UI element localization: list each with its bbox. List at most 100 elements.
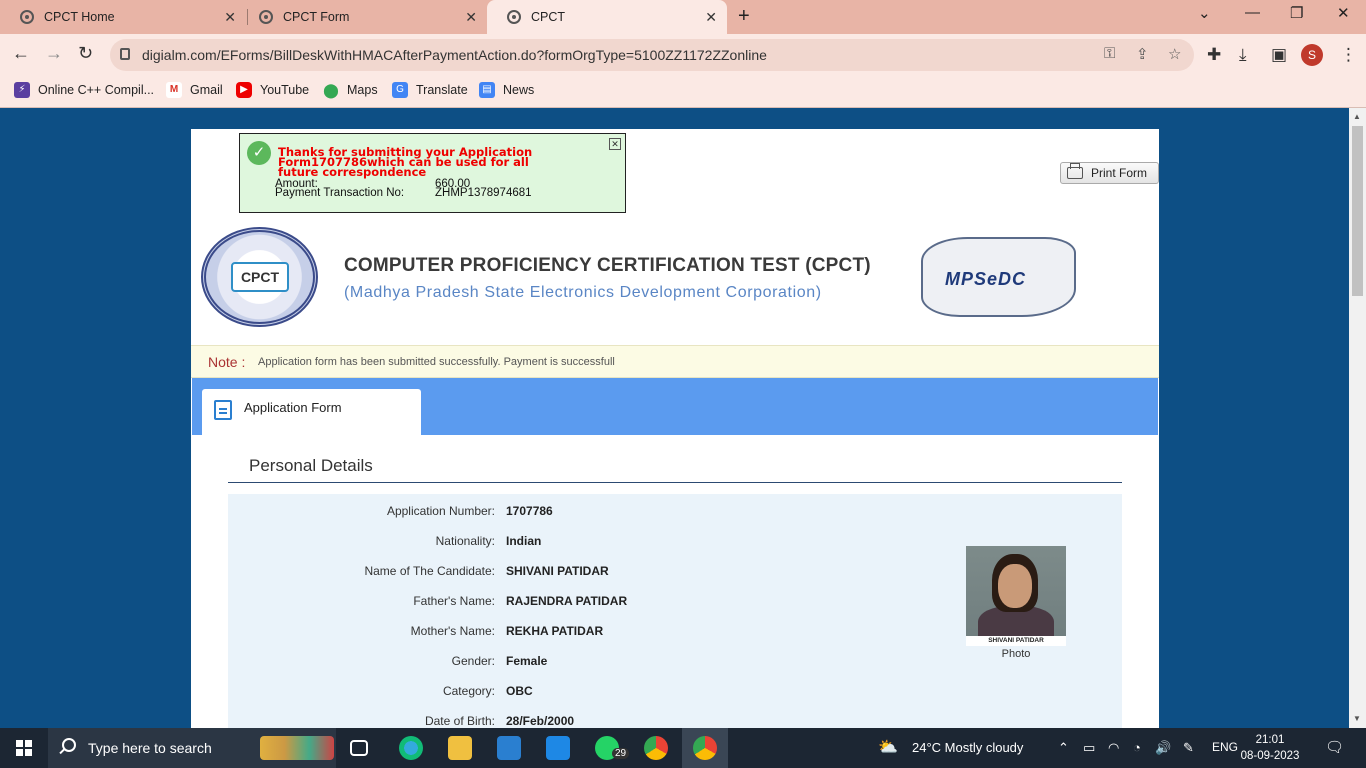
detail-value: Female (506, 654, 548, 668)
key-icon[interactable]: ⚿ (1104, 45, 1115, 62)
tab-search-icon[interactable]: ⌄ (1198, 4, 1211, 22)
detail-value: REKHA PATIDAR (506, 624, 604, 638)
share-icon[interactable]: ⇪ (1136, 45, 1149, 63)
volume-icon[interactable]: 🔊 (1155, 740, 1171, 756)
store-icon[interactable] (546, 736, 570, 760)
mail-icon[interactable] (497, 736, 521, 760)
close-notice-icon[interactable]: ✕ (609, 138, 621, 150)
windows-taskbar: Type here to search 29 ⛅ 24°C Mostly clo… (0, 728, 1366, 768)
battery-icon[interactable]: ▭ (1083, 740, 1095, 756)
bookmark-label: Translate (416, 83, 468, 97)
bookmark-translate[interactable]: G Translate (392, 82, 468, 98)
chevron-up-icon[interactable]: ⌃ (1058, 740, 1069, 756)
detail-value: 1707786 (506, 504, 553, 518)
transaction-value: ZHMP1378974681 (435, 187, 532, 199)
detail-value: Indian (506, 534, 542, 548)
bookmark-label: Maps (347, 83, 378, 97)
chrome-icon[interactable] (644, 736, 668, 760)
browser-toolbar: ← → ↻ digialm.com/EForms/BillDeskWithHMA… (0, 34, 1366, 76)
detail-label: Nationality: (435, 534, 495, 548)
scrollbar-thumb[interactable] (1352, 126, 1363, 296)
extensions-icon[interactable]: ✚ (1207, 45, 1221, 65)
payment-success-notice: ✓ ✕ Thanks for submitting your Applicati… (239, 133, 626, 213)
scroll-up-icon[interactable]: ▲ (1353, 112, 1361, 121)
bookmark-youtube[interactable]: ▶ YouTube (236, 82, 309, 98)
tab-label: Application Form (244, 400, 342, 415)
clock-date: 08-09-2023 (1240, 750, 1300, 762)
restore-button[interactable]: ❐ (1290, 4, 1303, 22)
taskbar-search[interactable]: Type here to search (48, 728, 336, 768)
network-icon[interactable]: ◠ (1108, 740, 1119, 756)
bookmark-gmail[interactable]: M Gmail (166, 82, 223, 98)
page-scrollbar[interactable]: ▲ ▼ (1349, 108, 1366, 728)
section-divider (228, 482, 1122, 483)
detail-value: SHIVANI PATIDAR (506, 564, 609, 578)
tab-cpct-form[interactable]: CPCT Form ✕ (239, 0, 487, 34)
detail-label: Name of The Candidate: (364, 564, 495, 578)
bookmark-online-cpp[interactable]: ⚡ Online C++ Compil... (14, 82, 154, 98)
bookmark-news[interactable]: ▤ News (479, 82, 534, 98)
note-label: Note : (208, 354, 246, 370)
section-title: Personal Details (249, 456, 373, 475)
scroll-down-icon[interactable]: ▼ (1353, 714, 1361, 723)
new-tab-button[interactable]: + (738, 5, 750, 28)
detail-value: OBC (506, 684, 533, 698)
detail-label: Father's Name: (413, 594, 495, 608)
wifi-icon[interactable]: ◔ (1133, 740, 1141, 755)
windows-start-button[interactable] (16, 740, 32, 756)
bookmark-maps[interactable]: ⬤ Maps (323, 82, 378, 98)
candidate-photo: SHIVANI PATIDAR (966, 546, 1066, 646)
page-title: COMPUTER PROFICIENCY CERTIFICATION TEST … (344, 255, 871, 276)
bookmark-label: News (503, 83, 535, 97)
tab-label: CPCT (531, 10, 566, 24)
search-highlight-icon[interactable] (260, 736, 334, 760)
globe-icon (259, 10, 273, 24)
close-window-button[interactable]: ✕ (1337, 4, 1350, 22)
gmail-icon: M (166, 82, 182, 98)
bookmark-label: Gmail (190, 83, 223, 97)
menu-icon[interactable]: ⋮ (1340, 45, 1357, 65)
print-form-button[interactable]: Print Form (1060, 162, 1159, 184)
application-page: ✓ ✕ Thanks for submitting your Applicati… (191, 129, 1159, 729)
url-text[interactable]: digialm.com/EForms/BillDeskWithHMACAfter… (142, 47, 767, 63)
close-tab-icon[interactable]: ✕ (465, 9, 477, 26)
pen-icon[interactable]: ✎ (1183, 740, 1194, 756)
close-tab-icon[interactable]: ✕ (705, 9, 717, 26)
tab-application-form[interactable]: Application Form (202, 389, 421, 435)
address-bar[interactable]: digialm.com/EForms/BillDeskWithHMACAfter… (110, 39, 1194, 71)
clock-time: 21:01 (1255, 734, 1285, 746)
weather-text[interactable]: 24°C Mostly cloudy (912, 740, 1023, 755)
note-text: Application form has been submitted succ… (258, 356, 615, 368)
reload-icon[interactable]: ↻ (78, 43, 93, 64)
language-indicator[interactable]: ENG (1212, 740, 1238, 754)
mpsedc-logo: MPSeDC (921, 237, 1076, 317)
printer-icon (1067, 163, 1083, 179)
side-panel-icon[interactable]: ▣ (1271, 45, 1287, 65)
weather-icon[interactable]: ⛅ (878, 737, 898, 757)
bookmark-label: Online C++ Compil... (38, 83, 155, 97)
tab-cpct[interactable]: CPCT ✕ (487, 0, 727, 34)
whatsapp-badge: 29 (612, 748, 630, 759)
lock-icon[interactable] (120, 48, 130, 60)
download-icon[interactable]: ⤓ (1239, 45, 1247, 65)
translate-icon: G (392, 82, 408, 98)
task-view-icon[interactable] (350, 740, 368, 756)
minimize-button[interactable]: — (1245, 4, 1260, 21)
photo-name-strip: SHIVANI PATIDAR (966, 636, 1066, 646)
chrome-active-icon[interactable] (693, 736, 717, 760)
tab-cpct-home[interactable]: CPCT Home ✕ (0, 0, 246, 34)
file-explorer-icon[interactable] (448, 736, 472, 760)
profile-avatar[interactable]: S (1301, 44, 1323, 66)
back-icon[interactable]: ← (12, 43, 30, 64)
system-clock[interactable]: 21:01 08-09-2023 (1240, 732, 1300, 764)
tab-label: CPCT Form (283, 10, 350, 24)
close-tab-icon[interactable]: ✕ (224, 9, 236, 26)
cpct-header: CPCT COMPUTER PROFICIENCY CERTIFICATION … (191, 227, 1159, 345)
notifications-icon[interactable]: 🗨 (1325, 738, 1344, 756)
edge-icon[interactable] (399, 736, 423, 760)
forward-icon[interactable]: → (45, 43, 63, 64)
youtube-icon: ▶ (236, 82, 252, 98)
search-placeholder[interactable]: Type here to search (88, 740, 212, 756)
bookmark-star-icon[interactable]: ☆ (1168, 45, 1181, 63)
form-icon (214, 400, 232, 420)
